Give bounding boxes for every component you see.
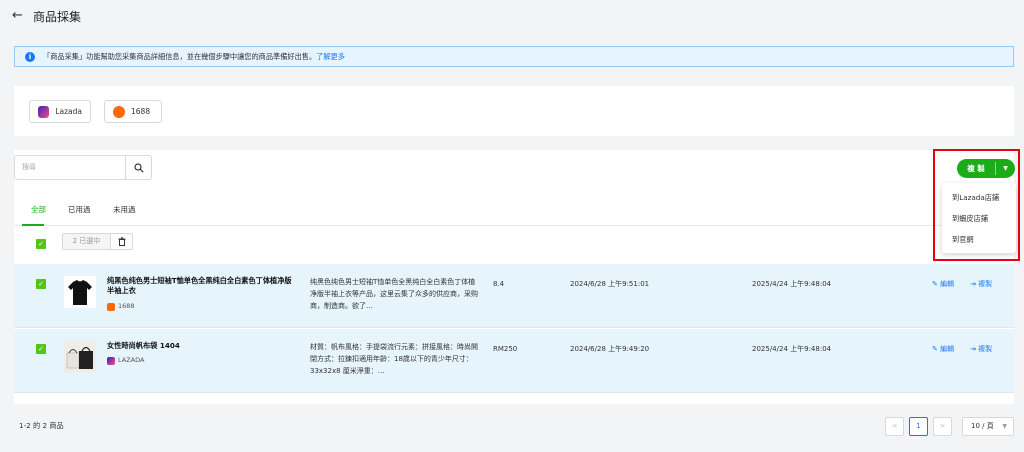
page-header: ← 商品採集 [0, 0, 1024, 34]
highlight-box [933, 149, 1020, 261]
tab-indicator [22, 224, 44, 226]
edit-icon: ✎ [932, 345, 941, 353]
product-price: 8.4 [493, 280, 505, 288]
table-row: ✓ 女性時尚帆布袋 1404 LAZADA 材質：帆布風格：手提袋流行元素：拼接… [14, 329, 1014, 393]
trash-icon [118, 237, 125, 246]
platform-button-lazada[interactable]: Lazada [29, 100, 91, 123]
created-time: 2024/6/28 上午9:51:01 [570, 280, 650, 288]
1688-icon [113, 105, 125, 118]
row-checkbox[interactable]: ✓ [36, 279, 46, 289]
product-description: 材質：帆布風格：手提袋流行元素：拼接風格：時尚開閉方式：拉鍊扣適用年齡：18歲以… [310, 343, 478, 375]
page-size-select[interactable]: 10 / 頁 ▼ [962, 417, 1014, 436]
edit-label: 編輯 [940, 345, 955, 353]
next-page-button[interactable]: > [933, 417, 952, 436]
page-title: 商品採集 [33, 10, 82, 24]
delete-selected-button[interactable] [111, 233, 133, 250]
platform-label: Lazada [55, 107, 82, 116]
info-banner: i 「商品采集」功能幫助您采集商品詳細信息，並在幾個步驟中讓您的商品準備好出售。… [14, 46, 1014, 67]
source-label: 1688 [118, 302, 135, 310]
edit-button[interactable]: ✎ 編輯 [932, 279, 954, 289]
learn-more-link[interactable]: 了解更多 [316, 52, 345, 61]
source-label: LAZADA [118, 356, 145, 364]
product-thumbnail [64, 341, 96, 373]
filter-tabs: 全部 已用過 未用過 [14, 200, 1014, 226]
edit-label: 編輯 [940, 280, 955, 288]
search-button[interactable] [126, 155, 152, 180]
copy-label: 複製 [978, 345, 993, 353]
product-source: LAZADA [107, 356, 144, 365]
product-name[interactable]: 女性時尚帆布袋 1404 [107, 341, 292, 351]
selected-count: 2 已選中 [62, 233, 111, 250]
info-icon: i [25, 52, 35, 62]
updated-time: 2025/4/24 上午9:48:04 [752, 345, 832, 353]
copy-row-button[interactable]: ⇥ 複製 [970, 279, 992, 289]
product-description: 纯黑色纯色男士短袖T恤单色全黑纯白全白素色丁体植净版半袖上衣等产品，这里云集了众… [310, 278, 478, 310]
info-message: 「商品采集」功能幫助您采集商品詳細信息，並在幾個步驟中讓您的商品準備好出售。 [43, 52, 317, 61]
created-time: 2024/6/28 上午9:49:20 [570, 345, 650, 353]
copy-icon: ⇥ [970, 280, 979, 288]
tab-all[interactable]: 全部 [31, 205, 46, 215]
search-icon [133, 162, 144, 173]
product-name[interactable]: 纯黑色纯色男士短袖T恤单色全黑纯白全白素色丁体植净版半袖上衣 [107, 276, 292, 296]
chevron-down-icon: ▼ [1002, 423, 1007, 430]
edit-button[interactable]: ✎ 編輯 [932, 344, 954, 354]
platform-card: Lazada 1688 [14, 86, 1014, 136]
search-input[interactable]: 搜尋 [14, 155, 126, 180]
tab-unused[interactable]: 未用過 [113, 205, 136, 215]
platform-label: 1688 [131, 107, 151, 116]
copy-label: 複製 [978, 280, 993, 288]
product-source: 1688 [107, 302, 135, 311]
product-list-card: 搜尋 全部 已用過 未用過 ✓ 2 已選中 ✓ 纯黑色纯色男士短袖T恤单色全黑纯… [14, 150, 1014, 404]
edit-icon: ✎ [932, 280, 941, 288]
copy-row-button[interactable]: ⇥ 複製 [970, 344, 992, 354]
product-thumbnail [64, 276, 96, 308]
info-text: 「商品采集」功能幫助您采集商品詳細信息，並在幾個步驟中讓您的商品準備好出售。了解… [43, 52, 345, 62]
platform-button-1688[interactable]: 1688 [104, 100, 162, 123]
lazada-icon [38, 105, 50, 118]
page-size-label: 10 / 頁 [971, 422, 994, 430]
prev-page-button[interactable]: < [885, 417, 904, 436]
tab-used[interactable]: 已用過 [68, 205, 91, 215]
arrow-left-icon[interactable]: ← [12, 8, 23, 24]
copy-icon: ⇥ [970, 345, 979, 353]
1688-icon [107, 302, 115, 311]
item-count: 1-2 的 2 商品 [19, 421, 64, 430]
select-all-checkbox[interactable]: ✓ [36, 239, 46, 249]
lazada-icon [107, 356, 115, 365]
page-1-button[interactable]: 1 [909, 417, 928, 436]
product-price: RM250 [493, 345, 518, 353]
updated-time: 2025/4/24 上午9:48:04 [752, 280, 832, 288]
table-row: ✓ 纯黑色纯色男士短袖T恤单色全黑纯白全白素色丁体植净版半袖上衣 1688 纯黑… [14, 264, 1014, 328]
row-checkbox[interactable]: ✓ [36, 344, 46, 354]
